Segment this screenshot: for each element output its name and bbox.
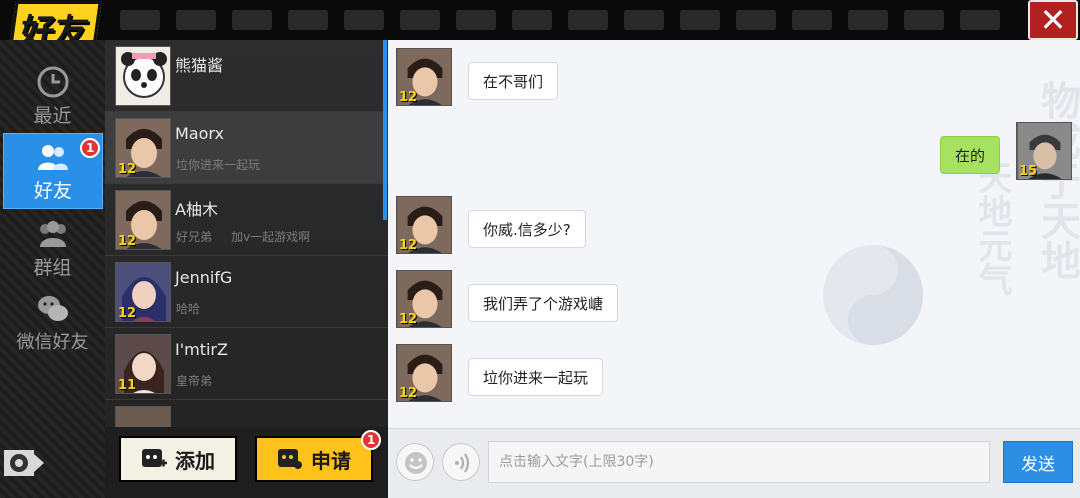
friend-signature: 皇帝弟: [176, 374, 213, 388]
voice-icon: [455, 453, 470, 473]
level-badge: 12: [118, 234, 137, 249]
avatar: 15: [1016, 122, 1072, 180]
film-strip-hole: [344, 10, 384, 30]
clock-icon: [37, 66, 68, 97]
notification-badge: 1: [361, 430, 382, 450]
nav-item-friends[interactable]: 好友 1: [3, 133, 103, 209]
friend-name: Maorx: [175, 124, 225, 143]
message-bubble: 我们弄了个游戏嵣: [468, 284, 619, 322]
add-friend-icon: [142, 449, 167, 467]
emoji-button[interactable]: [396, 443, 434, 481]
nav-label: 好友: [33, 179, 72, 202]
friend-requests-button[interactable]: 申请: [255, 436, 373, 482]
avatar: 11: [115, 334, 171, 394]
message-bubble: 垃你进来一起玩: [468, 358, 604, 396]
film-strip-hole: [736, 10, 776, 30]
film-strip-hole: [400, 10, 440, 30]
friend-requests-label: 申请: [311, 448, 351, 473]
avatar: 12: [396, 270, 452, 328]
friend-name: JennifG: [175, 268, 233, 287]
nav-item-groups[interactable]: 群组: [0, 210, 105, 286]
nav-label: 最近: [33, 104, 72, 127]
gear-icon[interactable]: [4, 446, 44, 480]
top-bar: [0, 0, 1080, 40]
level-badge: 12: [399, 90, 418, 105]
message-row-mine: 在的 15: [939, 122, 1072, 182]
voice-button[interactable]: [442, 443, 480, 481]
friend-item[interactable]: 12 Maorx 垃你进来一起玩: [105, 112, 388, 184]
level-badge: 12: [399, 312, 418, 327]
message-bubble: 在的: [939, 136, 1000, 174]
film-strip-hole: [568, 10, 608, 30]
level-badge: 11: [118, 378, 137, 393]
friend-request-icon: [278, 449, 302, 469]
send-button[interactable]: 发送: [1003, 441, 1073, 483]
chat-panel[interactable]: 物成于天地 天地元气 12 在不哥们 在的 15 12 你威.信多少? 12 我…: [388, 40, 1080, 428]
avatar: 12: [115, 190, 171, 250]
nav-item-wechat-friends[interactable]: 微信好友: [0, 285, 105, 361]
friends-icon: [38, 144, 68, 170]
level-badge: 12: [399, 386, 418, 401]
avatar: 12: [396, 344, 452, 402]
message-bubble: 在不哥们: [468, 62, 559, 100]
film-strip-hole: [176, 10, 216, 30]
film-strip-hole: [120, 10, 160, 30]
level-badge: 15: [1019, 164, 1038, 179]
add-friend-button[interactable]: 添加: [119, 436, 237, 482]
film-strip-hole: [512, 10, 552, 30]
film-strip-hole: [232, 10, 272, 30]
film-strip-hole: [904, 10, 944, 30]
friend-item[interactable]: 12 JennifG 哈哈: [105, 256, 388, 328]
nav-label: 微信好友: [16, 332, 89, 353]
film-strip-hole: [960, 10, 1000, 30]
friend-signature: 哈哈: [176, 302, 201, 316]
close-x-icon: ✕: [1039, 1, 1067, 39]
level-badge: 12: [399, 238, 418, 253]
avatar: 12: [115, 262, 171, 322]
add-friend-label: 添加: [175, 448, 215, 473]
friend-signature: 好兄弟 加v一起游戏啊: [176, 230, 311, 244]
nav-label: 群组: [33, 256, 72, 279]
film-strip-hole: [456, 10, 496, 30]
avatar: 12: [115, 118, 171, 178]
friend-signature: 垃你进来一起玩: [176, 158, 261, 172]
emoji-icon: [405, 452, 427, 474]
sidebar-nav: 最近 好友 1 群组 微信好友: [0, 40, 105, 498]
wechat-icon: [37, 296, 68, 321]
list-scrollbar[interactable]: [383, 40, 387, 220]
message-bubble: 你威.信多少?: [468, 210, 586, 248]
group-icon: [39, 220, 66, 247]
avatar: 12: [396, 48, 452, 106]
chat-input-bar: 发送: [388, 428, 1080, 498]
yin-yang-decoration-icon: [823, 245, 923, 345]
avatar: 12: [396, 196, 452, 254]
friend-item[interactable]: 11 I'mtirZ 皇帝弟: [105, 328, 388, 400]
level-badge: 12: [118, 162, 137, 177]
friend-list-footer: 添加 申请 1: [105, 427, 388, 498]
film-strip-hole: [680, 10, 720, 30]
friend-name: A柚木: [175, 200, 218, 219]
notification-badge: 1: [80, 138, 101, 158]
close-button[interactable]: ✕: [1028, 0, 1078, 40]
avatar: [115, 46, 171, 106]
film-strip-hole: [792, 10, 832, 30]
level-badge: 12: [118, 306, 137, 321]
message-input[interactable]: [488, 441, 990, 483]
film-strip-hole: [288, 10, 328, 30]
nav-item-recent[interactable]: 最近: [0, 58, 105, 134]
friend-item[interactable]: 熊猫酱: [105, 40, 388, 112]
film-strip-hole: [624, 10, 664, 30]
friend-name: I'mtirZ: [175, 340, 228, 359]
friend-item[interactable]: 12 A柚木 好兄弟 加v一起游戏啊: [105, 184, 388, 256]
friend-name: 熊猫酱: [175, 56, 224, 75]
panda-avatar-icon: [121, 52, 167, 98]
film-strip-hole: [848, 10, 888, 30]
